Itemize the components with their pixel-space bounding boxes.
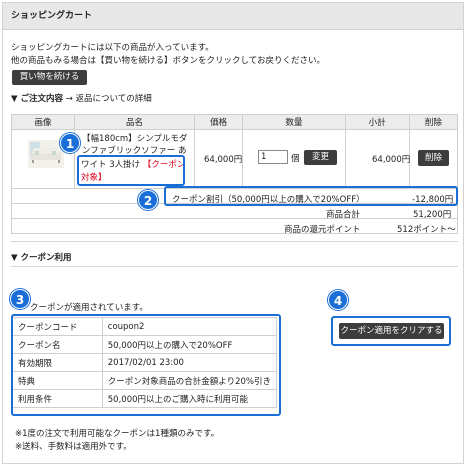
arrow-icon: → [65,94,73,104]
highlight-box-3 [11,314,281,416]
col-price: 価格 [194,114,244,130]
order-title: ▼ ご注文内容 [11,94,63,104]
product-name[interactable]: 【幅180cm】シンプルモダ ンファブリックソファー あ [82,133,187,157]
quantity-input[interactable]: 1 [258,150,288,164]
total-label: 商品合計 [326,210,361,220]
col-subtotal: 小計 [344,114,410,130]
product-name-line-1: 【幅180cm】シンプルモダ [82,134,188,144]
intro-line-2: 他の商品もみる場合は【買い物を続ける】ボタンをクリックしてお戻りください。 [11,56,325,66]
badge-1: 1 [60,133,80,153]
delete-button[interactable]: 削除 [418,150,449,166]
col-name: 品名 [74,114,196,130]
badge-3: 3 [10,289,30,309]
return-policy-link[interactable]: 返品についての詳細 [76,94,152,104]
coupon-note-2: ※送料、手数料は適用外です。 [15,442,132,452]
product-thumbnail[interactable] [28,140,64,168]
change-quantity-button[interactable]: 変更 [304,150,337,165]
page-title: ショッピングカート [3,3,463,30]
intro-line-1: ショッピングカートには以下の商品が入っています。 [11,43,214,53]
order-heading: ▼ ご注文内容 → 返品についての詳細 [11,92,152,104]
highlight-box-2 [164,186,458,206]
quantity-unit: 個 [291,154,300,164]
highlight-box-1 [77,155,185,186]
coupon-section-title: ▼ クーポン利用 [11,253,72,263]
coupon-applied-text: クーポンが適用されています。 [30,303,148,313]
col-delete: 削除 [408,114,459,130]
points-value: 512ポイント〜 [397,225,456,235]
points-label: 商品の還元ポイント [284,225,361,235]
divider [11,241,458,242]
badge-2: 2 [138,190,158,210]
product-price: 64,000円 [204,155,243,165]
cart-header-row: 画像 品名 価格 数量 小計 削除 [10,114,459,130]
total-value: 51,200円 [413,210,452,220]
product-subtotal: 64,000円 [372,155,411,165]
coupon-note-1: ※1度の注文で利用可能なクーポンは1種類のみです。 [15,429,220,439]
points-row [11,218,458,234]
highlight-box-4 [331,316,451,346]
badge-4: 4 [328,290,348,310]
continue-shopping-button[interactable]: 買い物を続ける [12,70,87,85]
col-quantity: 数量 [242,114,346,130]
divider [11,266,458,267]
col-image: 画像 [10,114,76,130]
